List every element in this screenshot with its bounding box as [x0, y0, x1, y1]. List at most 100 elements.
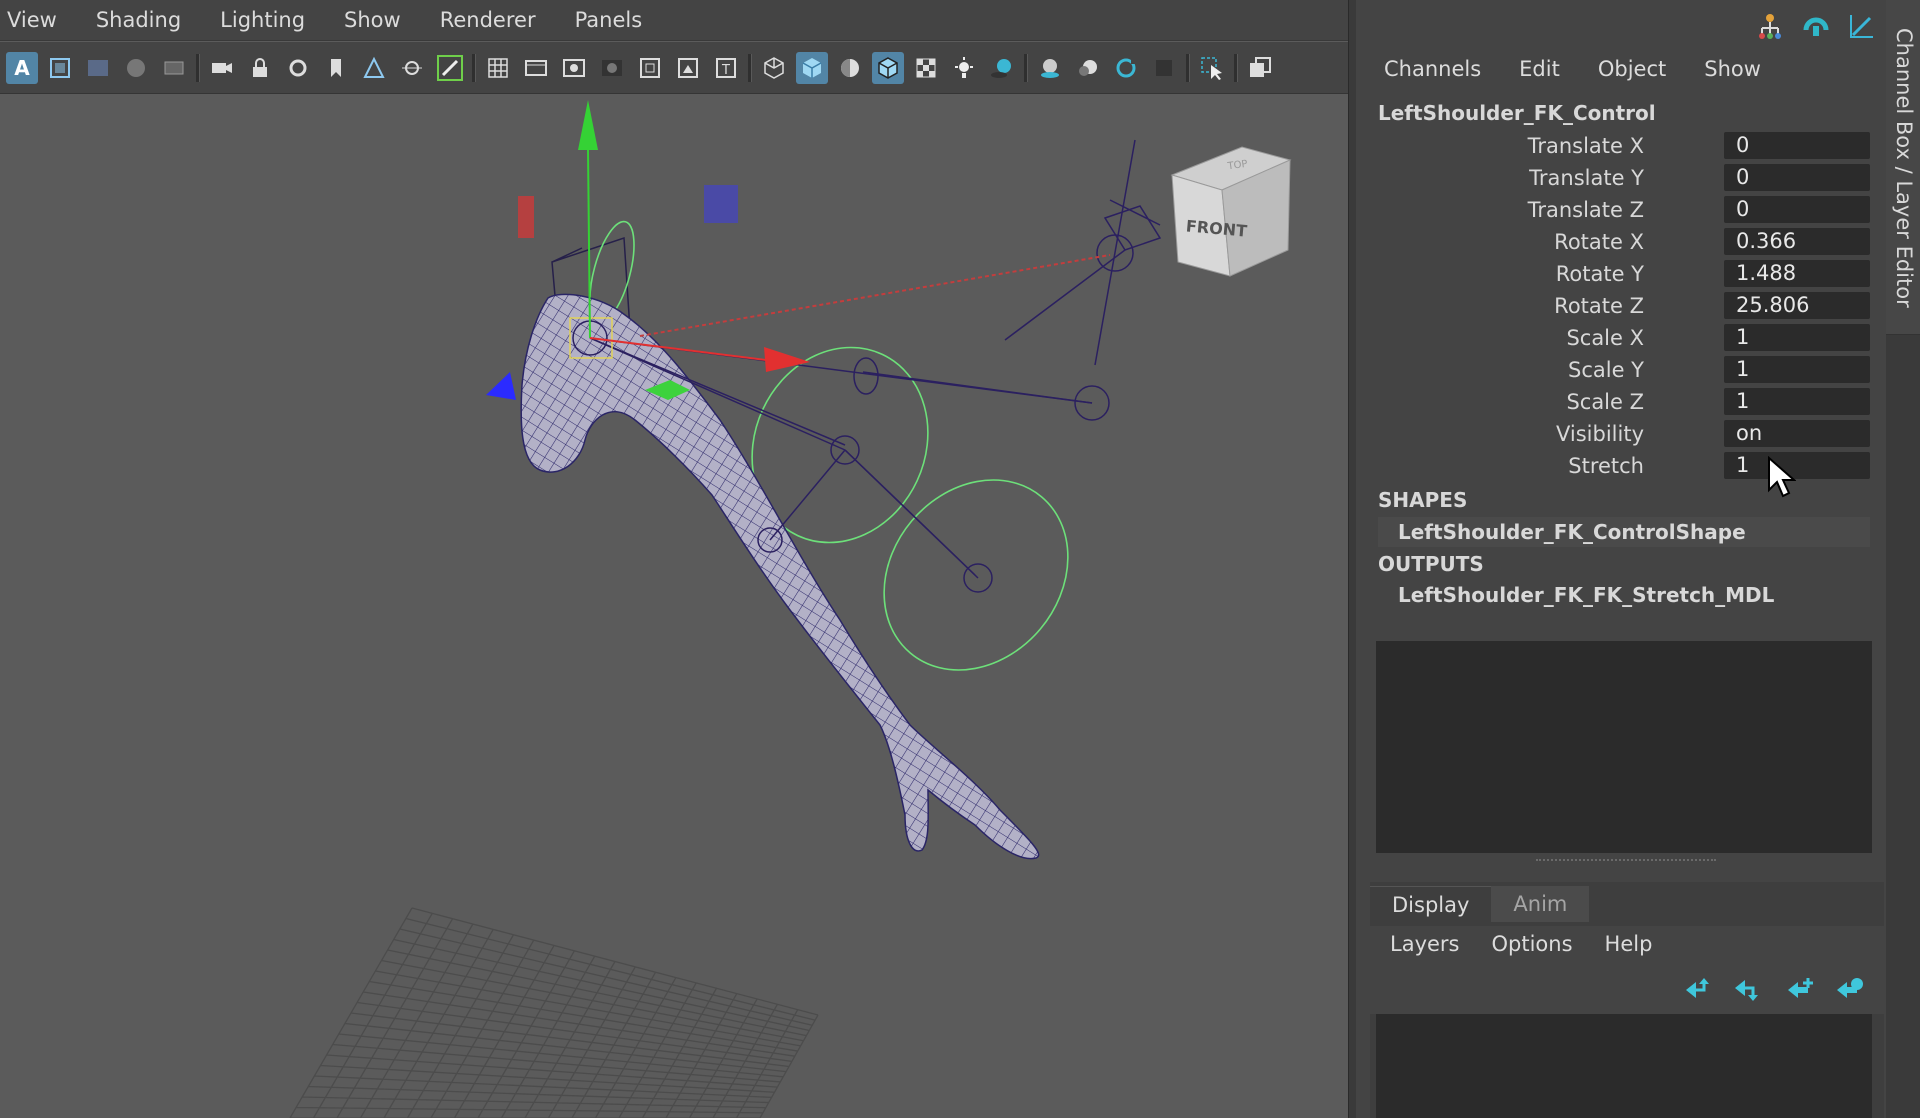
attr-value-field[interactable]: 0 — [1724, 164, 1870, 191]
camera-attributes-icon[interactable] — [282, 52, 314, 84]
output-node-item[interactable]: LeftShoulder_FK_FK_Stretch_MDL — [1378, 580, 1870, 610]
attr-label[interactable]: Rotate X — [1554, 230, 1644, 254]
grid-snap-icon[interactable] — [358, 52, 390, 84]
menu-edit[interactable]: Edit — [1519, 57, 1560, 81]
depth-of-field-icon[interactable] — [1148, 52, 1180, 84]
attr-row-scale-z[interactable]: Scale Z 1 — [1356, 387, 1886, 419]
attr-value-field[interactable]: 1 — [1724, 452, 1870, 479]
hierarchy-icon[interactable] — [1756, 12, 1784, 40]
sphere-icon[interactable] — [120, 52, 152, 84]
viewport-scene[interactable]: FRONT TOP — [0, 94, 1350, 1118]
attr-value-field[interactable]: 0.366 — [1724, 228, 1870, 255]
lock-camera-icon[interactable] — [244, 52, 276, 84]
pole-vector-control[interactable] — [1004, 139, 1162, 366]
attr-label[interactable]: Translate Z — [1528, 198, 1644, 222]
field-chart-icon[interactable] — [634, 52, 666, 84]
shape-node-item[interactable]: LeftShoulder_FK_ControlShape — [1378, 517, 1870, 547]
channel-box-layer-editor-tab[interactable]: Channel Box / Layer Editor — [1886, 0, 1920, 335]
safe-title-icon[interactable]: T — [710, 52, 742, 84]
grease-pencil-icon[interactable] — [434, 52, 466, 84]
menu-shading[interactable]: Shading — [89, 8, 199, 32]
attr-row-scale-x[interactable]: Scale X 1 — [1356, 323, 1886, 355]
textured-icon[interactable] — [910, 52, 942, 84]
default-material-icon[interactable] — [834, 52, 866, 84]
grid-icon[interactable] — [482, 52, 514, 84]
menu-view[interactable]: View — [0, 8, 75, 32]
attr-value-field[interactable]: on — [1724, 420, 1870, 447]
attr-label[interactable]: Scale Y — [1568, 358, 1644, 382]
menu-show[interactable]: Show — [337, 8, 419, 32]
isolate-select-icon[interactable] — [1196, 52, 1228, 84]
anti-aliasing-icon[interactable] — [1110, 52, 1142, 84]
attr-row-rotate-z[interactable]: Rotate Z 25.806 — [1356, 291, 1886, 323]
attr-value-field[interactable]: 0 — [1724, 132, 1870, 159]
attr-value-field[interactable]: 1 — [1724, 388, 1870, 415]
attr-value-field[interactable]: 1 — [1724, 324, 1870, 351]
attr-row-translate-y[interactable]: Translate Y 0 — [1356, 163, 1886, 195]
lights-icon[interactable] — [948, 52, 980, 84]
menu-channels[interactable]: Channels — [1384, 57, 1481, 81]
smooth-shade-icon[interactable] — [796, 51, 828, 84]
resolution-gate-icon[interactable] — [158, 52, 190, 84]
attr-row-translate-z[interactable]: Translate Z 0 — [1356, 195, 1886, 227]
frame-icon[interactable] — [44, 52, 76, 84]
ambient-occlusion-icon[interactable] — [1034, 52, 1066, 84]
create-layer-from-selection-icon[interactable] — [1835, 976, 1865, 1002]
create-empty-layer-icon[interactable] — [1786, 976, 1816, 1002]
attr-label[interactable]: Scale Z — [1566, 390, 1644, 414]
attr-row-stretch[interactable]: Stretch 1 — [1356, 451, 1886, 483]
attr-label[interactable]: Translate Y — [1529, 166, 1644, 190]
move-layer-down-icon[interactable] — [1733, 976, 1763, 1002]
wireframe-on-shaded-icon[interactable] — [872, 51, 904, 84]
tab-display[interactable]: Display — [1370, 886, 1492, 922]
outputs-section-header[interactable]: OUTPUTS — [1378, 552, 1484, 576]
layer-editor-splitter[interactable] — [1536, 859, 1716, 861]
attr-label[interactable]: Visibility — [1556, 422, 1644, 446]
motion-blur-icon[interactable] — [1072, 52, 1104, 84]
attr-label[interactable]: Rotate Y — [1556, 262, 1644, 286]
menu-renderer[interactable]: Renderer — [433, 8, 554, 32]
attr-row-visibility[interactable]: Visibility on — [1356, 419, 1886, 451]
resolution-icon[interactable] — [558, 52, 590, 84]
safe-action-icon[interactable] — [672, 52, 704, 84]
3d-viewport[interactable]: View Shading Lighting Show Renderer Pane… — [0, 0, 1350, 1118]
menu-panels[interactable]: Panels — [568, 8, 661, 32]
gate-mask-icon[interactable] — [596, 52, 628, 84]
attr-label[interactable]: Translate X — [1528, 134, 1644, 158]
shadows-icon[interactable] — [986, 52, 1018, 84]
attr-label[interactable]: Scale X — [1566, 326, 1644, 350]
menu-object[interactable]: Object — [1598, 57, 1666, 81]
menu-layers[interactable]: Layers — [1390, 932, 1460, 956]
attr-value-field[interactable]: 25.806 — [1724, 292, 1870, 319]
attr-row-rotate-y[interactable]: Rotate Y 1.488 — [1356, 259, 1886, 291]
image-plane-icon[interactable] — [82, 52, 114, 84]
arm-mesh[interactable] — [520, 293, 1040, 860]
tab-anim[interactable]: Anim — [1491, 886, 1590, 922]
attr-label[interactable]: Stretch — [1568, 454, 1644, 478]
layer-list[interactable] — [1376, 1014, 1872, 1118]
attr-row-rotate-x[interactable]: Rotate X 0.366 — [1356, 227, 1886, 259]
selected-node-name[interactable]: LeftShoulder_FK_Control — [1378, 101, 1656, 125]
attr-value-field[interactable]: 1.488 — [1724, 260, 1870, 287]
attr-value-field[interactable]: 1 — [1724, 356, 1870, 383]
view-cube[interactable]: FRONT TOP — [1170, 146, 1292, 277]
shapes-section-header[interactable]: SHAPES — [1378, 488, 1467, 512]
menu-help[interactable]: Help — [1605, 932, 1653, 956]
attr-row-translate-x[interactable]: Translate X 0 — [1356, 131, 1886, 163]
wireframe-icon[interactable] — [758, 52, 790, 84]
xray-icon[interactable] — [1244, 52, 1276, 84]
attr-value-field[interactable]: 0 — [1724, 196, 1870, 223]
tool-settings-icon[interactable] — [1848, 12, 1876, 40]
film-gate-icon[interactable] — [520, 52, 552, 84]
camera-icon[interactable] — [206, 52, 238, 84]
attr-label[interactable]: Rotate Z — [1554, 294, 1644, 318]
select-camera-icon[interactable]: A — [6, 51, 38, 84]
menu-lighting[interactable]: Lighting — [213, 8, 323, 32]
pivot-icon[interactable] — [396, 52, 428, 84]
menu-options[interactable]: Options — [1492, 932, 1573, 956]
menu-show[interactable]: Show — [1704, 57, 1761, 81]
attr-row-scale-y[interactable]: Scale Y 1 — [1356, 355, 1886, 387]
move-layer-up-icon[interactable] — [1684, 976, 1714, 1002]
bookmark-icon[interactable] — [320, 52, 352, 84]
attribute-editor-icon[interactable] — [1802, 12, 1830, 40]
